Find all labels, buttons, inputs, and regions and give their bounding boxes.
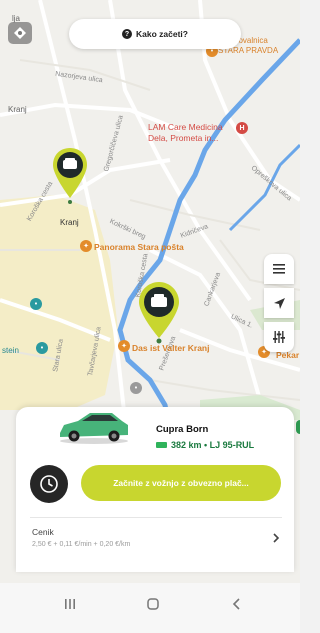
location-pin-icon[interactable]: • — [130, 382, 142, 394]
how-to-start-label: Kako začeti? — [136, 29, 188, 39]
location-toggle-button[interactable] — [8, 22, 32, 44]
filter-button[interactable] — [264, 322, 294, 352]
location-pin-icon[interactable]: • — [36, 342, 48, 354]
car-info-text: 382 km • LJ 95-RUL — [171, 440, 255, 450]
back-icon[interactable] — [230, 597, 244, 611]
question-icon: ? — [122, 29, 133, 39]
map-label-kranj-station: Kranj — [60, 218, 79, 227]
compass-icon — [14, 27, 26, 39]
poi-das-ist[interactable]: Das ist Valter Kranj — [132, 343, 209, 353]
navigate-icon — [273, 297, 285, 309]
hospital-pin-icon[interactable]: H — [236, 122, 248, 134]
map-label-stein: stein — [2, 346, 19, 355]
pricing-details: 2,50 € + 0,11 €/min + 0,20 €/km — [32, 541, 131, 548]
pricing-title[interactable]: Cenik — [32, 527, 54, 537]
vehicle-card: Cupra Born 382 km • LJ 95-RUL Začnite z … — [16, 407, 294, 572]
map-spot — [8, 105, 20, 117]
clock-icon — [40, 475, 58, 493]
start-ride-button[interactable]: Začnite z vožnjo z obvezno plač... — [81, 465, 281, 501]
filter-icon — [273, 331, 285, 343]
chevron-right-icon[interactable] — [271, 532, 281, 544]
poi-panorama[interactable]: Panorama Stara pošta — [94, 242, 184, 252]
home-icon[interactable] — [146, 597, 160, 611]
divider — [30, 517, 282, 518]
location-pin-icon[interactable]: • — [30, 298, 42, 310]
list-icon — [273, 264, 285, 274]
poi-lam-care[interactable]: LAM Care Medicina Dela, Prometa in... — [148, 122, 236, 144]
schedule-button[interactable] — [30, 465, 68, 503]
car-image — [60, 413, 128, 444]
restaurant-pin-icon[interactable]: ✦ — [80, 240, 92, 252]
phone-screen: Nazorjeva ulica Gregorčičeva ulica Koroš… — [0, 0, 300, 633]
next-car-peek[interactable] — [296, 420, 300, 434]
car-pin-selected-icon[interactable] — [137, 280, 181, 344]
car-pin-icon[interactable] — [51, 146, 89, 204]
recent-apps-icon[interactable] — [63, 597, 77, 611]
list-button[interactable] — [264, 254, 294, 284]
car-range-plate: 382 km • LJ 95-RUL — [156, 440, 254, 450]
car-name: Cupra Born — [156, 424, 209, 435]
system-navbar — [0, 583, 300, 633]
battery-icon — [156, 442, 167, 448]
restaurant-pin-icon[interactable]: ✦ — [118, 340, 130, 352]
navigate-button[interactable] — [264, 288, 294, 318]
how-to-start-button[interactable]: ? Kako začeti? — [69, 19, 241, 49]
